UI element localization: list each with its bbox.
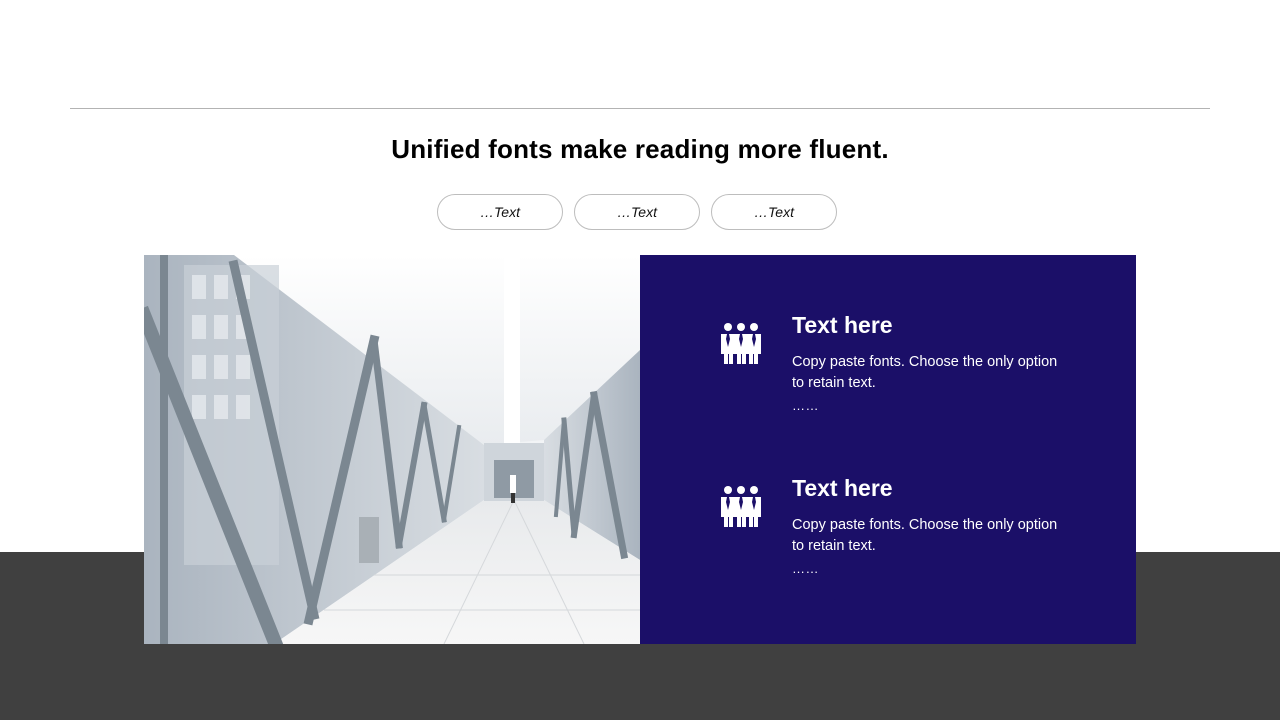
info-item-title: Text here xyxy=(792,312,893,338)
tab-pill-2[interactable]: …Text xyxy=(574,194,700,230)
info-item-ellipsis: …… xyxy=(792,561,819,576)
corridor-photo xyxy=(144,255,640,644)
tab-pills: …Text …Text …Text xyxy=(437,194,837,230)
info-panel: Text here Copy paste fonts. Choose the o… xyxy=(640,255,1136,644)
info-item-body: Copy paste fonts. Choose the only option… xyxy=(792,517,1058,554)
info-item-title: Text here xyxy=(792,475,893,501)
people-group-icon xyxy=(721,323,761,364)
tab-pill-3[interactable]: …Text xyxy=(711,194,837,230)
page-title: Unified fonts make reading more fluent. xyxy=(391,134,889,164)
info-item-body: Copy paste fonts. Choose the only option… xyxy=(792,354,1058,391)
tab-pill-1[interactable]: …Text xyxy=(437,194,563,230)
people-group-icon xyxy=(721,486,761,527)
top-divider xyxy=(70,108,1210,109)
info-item-ellipsis: …… xyxy=(792,398,819,413)
